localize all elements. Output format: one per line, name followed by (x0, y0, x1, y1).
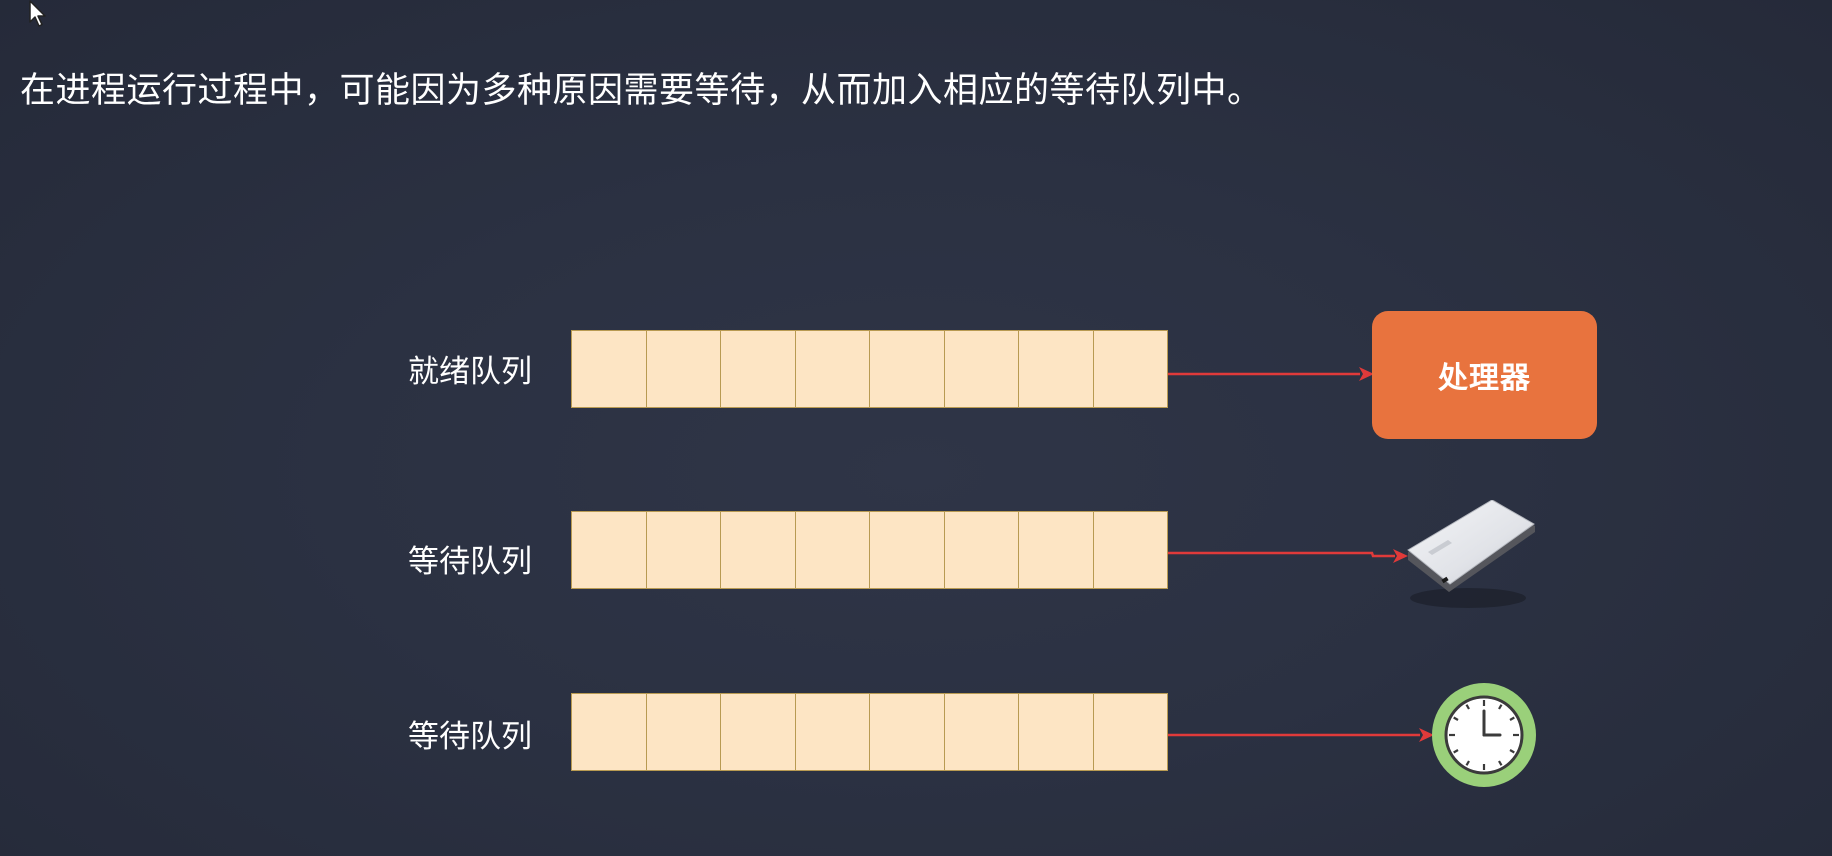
queue-slot (944, 512, 1019, 588)
queue-slot (572, 331, 647, 407)
processor-label: 处理器 (1438, 361, 1531, 396)
timer-wait-queue-label: 等待队列 (408, 719, 532, 755)
queue-slot (870, 512, 945, 588)
queue-slot (870, 694, 945, 770)
queue-slot (572, 512, 647, 588)
ready-queue (571, 330, 1168, 408)
queue-slot (572, 694, 647, 770)
queue-slot (944, 331, 1019, 407)
queue-slot (721, 331, 796, 407)
timer-wait-queue (571, 693, 1168, 771)
queue-slot (1093, 331, 1167, 407)
ready-queue-label: 就绪队列 (408, 354, 532, 390)
queue-slot (721, 512, 796, 588)
queue-slot (795, 512, 870, 588)
queue-slot (646, 694, 721, 770)
queue-slot (646, 512, 721, 588)
queue-slot (795, 331, 870, 407)
queue-slot (721, 694, 796, 770)
queue-slot (795, 694, 870, 770)
page-heading: 在进程运行过程中，可能因为多种原因需要等待，从而加入相应的等待队列中。 (20, 71, 1263, 111)
queue-slot (1093, 512, 1167, 588)
disk-wait-queue (571, 511, 1168, 589)
queue-slot (870, 331, 945, 407)
queue-slot (1019, 331, 1094, 407)
processor-box: 处理器 (1372, 311, 1597, 439)
clock-icon (1432, 683, 1536, 787)
queue-slot (944, 694, 1019, 770)
hard-disk-icon (1407, 500, 1535, 608)
mouse-cursor-icon (29, 0, 46, 27)
queue-slot (1019, 694, 1094, 770)
queue-slot (646, 331, 721, 407)
arrow-to-disk (1168, 551, 1395, 558)
disk-wait-queue-label: 等待队列 (408, 544, 532, 580)
queue-slot (1019, 512, 1094, 588)
queue-slot (1093, 694, 1167, 770)
